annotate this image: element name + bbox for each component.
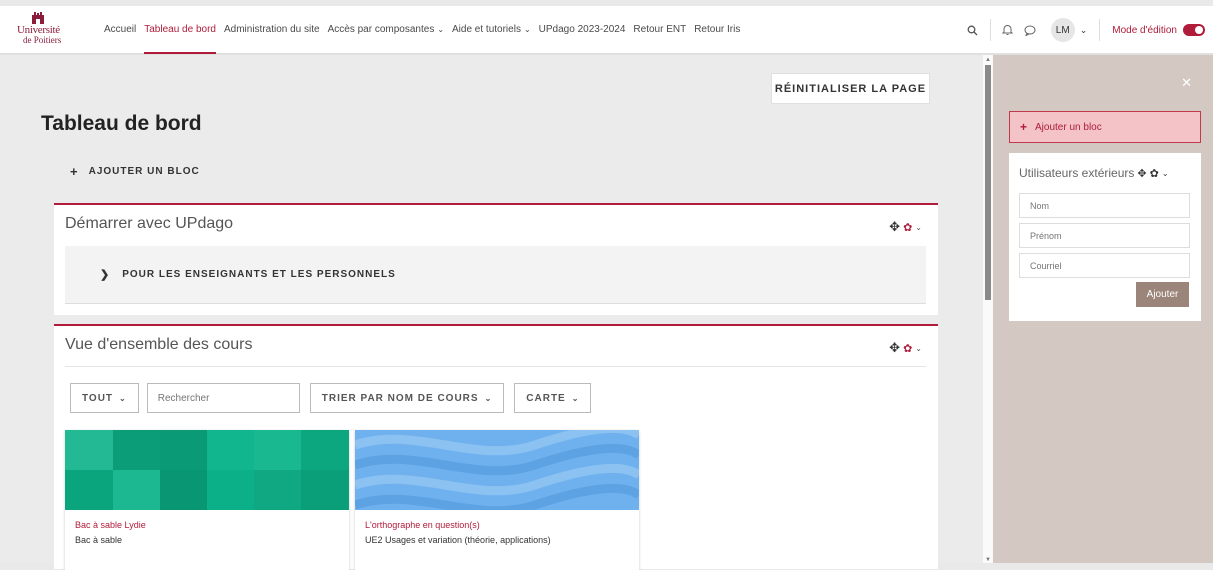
nav-item-retour-iris[interactable]: Retour Iris [694,6,740,54]
edit-mode-label: Mode d'édition [1112,24,1177,36]
nav-item-updago[interactable]: UPdago 2023-2024 [539,6,626,54]
avatar-initials: LM [1055,24,1070,36]
block-title: Vue d'ensemble des cours [65,336,253,353]
nav-label: Accueil [104,24,137,35]
drawer-add-block-button[interactable]: + Ajouter un bloc [1009,111,1201,143]
chevron-down-icon: ⌄ [437,25,445,34]
course-filters: TOUT ⌄ TRIER PAR NOM DE COURS ⌄ CARTE ⌄ [70,383,592,413]
chevron-right-icon: ❯ [100,269,111,281]
block-demarrer: Démarrer avec UPdago ✥ ✿ ⌄ ❯ POUR LES EN… [54,203,938,315]
block-title: Utilisateurs extérieurs [1019,166,1135,180]
sort-label: TRIER PAR NOM DE COURS [321,392,479,404]
nav-label: UPdago 2023-2024 [538,24,626,35]
nav-label: Tableau de bord [144,24,216,35]
nav-right: LM ⌄ Mode d'édition [964,6,1213,54]
external-users-block: Utilisateurs extérieurs ✥ ✿ ⌄ Ajouter [1009,153,1201,321]
scroll-up-icon[interactable]: ▲ [985,57,991,63]
gear-icon[interactable]: ✿ [903,342,912,355]
main-content: RÉINITIALISER LA PAGE Tableau de bord + … [0,55,983,570]
chevron-down-icon[interactable]: ⌄ [915,344,922,353]
nav-item-retour-ent[interactable]: Retour ENT [633,6,686,54]
gear-icon[interactable]: ✿ [1150,167,1159,180]
logo-line2: de Poitiers [23,35,62,45]
filter-all-dropdown[interactable]: TOUT ⌄ [70,383,139,413]
block-drawer: ✕ + Ajouter un bloc Utilisateurs extérie… [993,55,1213,563]
chevron-down-icon: ⌄ [119,393,127,403]
plus-icon: + [70,164,79,179]
scroll-thumb[interactable] [985,65,991,300]
chevron-down-icon[interactable]: ⌄ [1162,169,1169,178]
nom-field[interactable] [1019,193,1190,218]
chevron-down-icon: ⌄ [484,393,493,403]
nav-label: Retour Iris [694,24,741,35]
chevron-down-icon: ⌄ [523,25,531,34]
add-user-button[interactable]: Ajouter [1136,282,1189,307]
search-icon[interactable] [964,21,982,39]
avatar[interactable]: LM [1050,18,1075,42]
divider [65,366,926,367]
move-icon[interactable]: ✥ [1137,167,1146,180]
section-toggle[interactable]: ❯ POUR LES ENSEIGNANTS ET LES PERSONNELS [100,268,396,281]
nav-label: Aide et tutoriels [452,24,521,35]
divider [989,19,991,41]
chevron-down-icon[interactable]: ⌄ [1080,25,1088,36]
move-icon[interactable]: ✥ [889,219,900,235]
chat-icon[interactable] [1021,21,1039,39]
view-dropdown[interactable]: CARTE ⌄ [514,383,592,413]
chevron-down-icon[interactable]: ⌄ [915,223,922,232]
section-enseignants: ❯ POUR LES ENSEIGNANTS ET LES PERSONNELS [65,246,926,304]
chevron-down-icon: ⌄ [571,393,580,403]
course-category: Bac à sable [75,535,123,545]
course-card[interactable]: L'orthographe en question(s) UE2 Usages … [355,430,639,570]
sort-dropdown[interactable]: TRIER PAR NOM DE COURS ⌄ [309,383,505,413]
drawer-add-block-label: Ajouter un bloc [1035,121,1102,133]
plus-icon: + [1020,120,1028,134]
prenom-field[interactable] [1019,223,1190,248]
external-users-title: Utilisateurs extérieurs ✥ ✿ ⌄ [1019,166,1169,180]
add-block-button[interactable]: + AJOUTER UN BLOC [70,164,200,179]
close-icon[interactable]: ✕ [1181,75,1192,91]
view-label: CARTE [526,392,566,404]
nav-item-acces-composantes[interactable]: Accès par composantes ⌄ [328,6,444,54]
nav-item-tableau-de-bord[interactable]: Tableau de bord [144,6,216,54]
course-category: UE2 Usages et variation (théorie, applic… [365,535,551,545]
nav-item-administration[interactable]: Administration du site [224,6,320,54]
move-icon[interactable]: ✥ [889,340,900,356]
page-title: Tableau de bord [41,112,202,135]
nav-label: Administration du site [223,24,320,35]
gear-icon[interactable]: ✿ [903,221,912,234]
edit-mode-toggle[interactable] [1183,24,1205,36]
course-search-input[interactable] [146,383,300,413]
nav-item-accueil[interactable]: Accueil [104,6,136,54]
course-title[interactable]: Bac à sable Lydie [75,520,146,530]
nav-item-aide-tutoriels[interactable]: Aide et tutoriels ⌄ [452,6,531,54]
course-title[interactable]: L'orthographe en question(s) [365,520,480,530]
block-controls: ✥ ✿ ⌄ [889,219,922,235]
course-image [65,430,349,510]
section-label: POUR LES ENSEIGNANTS ET LES PERSONNELS [122,269,396,280]
block-course-overview: Vue d'ensemble des cours ✥ ✿ ⌄ TOUT ⌄ TRI… [54,324,938,570]
bell-icon[interactable] [999,21,1017,39]
course-card[interactable]: Bac à sable Lydie Bac à sable [65,430,349,570]
filter-label: TOUT [82,392,114,404]
top-navbar: Université de Poitiers Accueil Tableau d… [0,6,1213,54]
block-title: Démarrer avec UPdago [65,215,234,232]
nav-label: Accès par composantes [327,24,435,35]
courriel-field[interactable] [1019,253,1190,278]
nav-label: Retour ENT [633,24,687,35]
reset-page-button[interactable]: RÉINITIALISER LA PAGE [771,73,930,104]
course-image [355,430,639,510]
add-block-label: AJOUTER UN BLOC [88,166,200,177]
block-controls: ✥ ✿ ⌄ [889,340,922,356]
scroll-down-icon[interactable]: ▼ [985,557,991,563]
university-logo[interactable]: Université de Poitiers [17,12,61,46]
main-scrollbar[interactable]: ▲ ▼ [983,55,993,563]
nav-menu: Accueil Tableau de bord Administration d… [104,6,748,54]
divider [1099,19,1101,41]
